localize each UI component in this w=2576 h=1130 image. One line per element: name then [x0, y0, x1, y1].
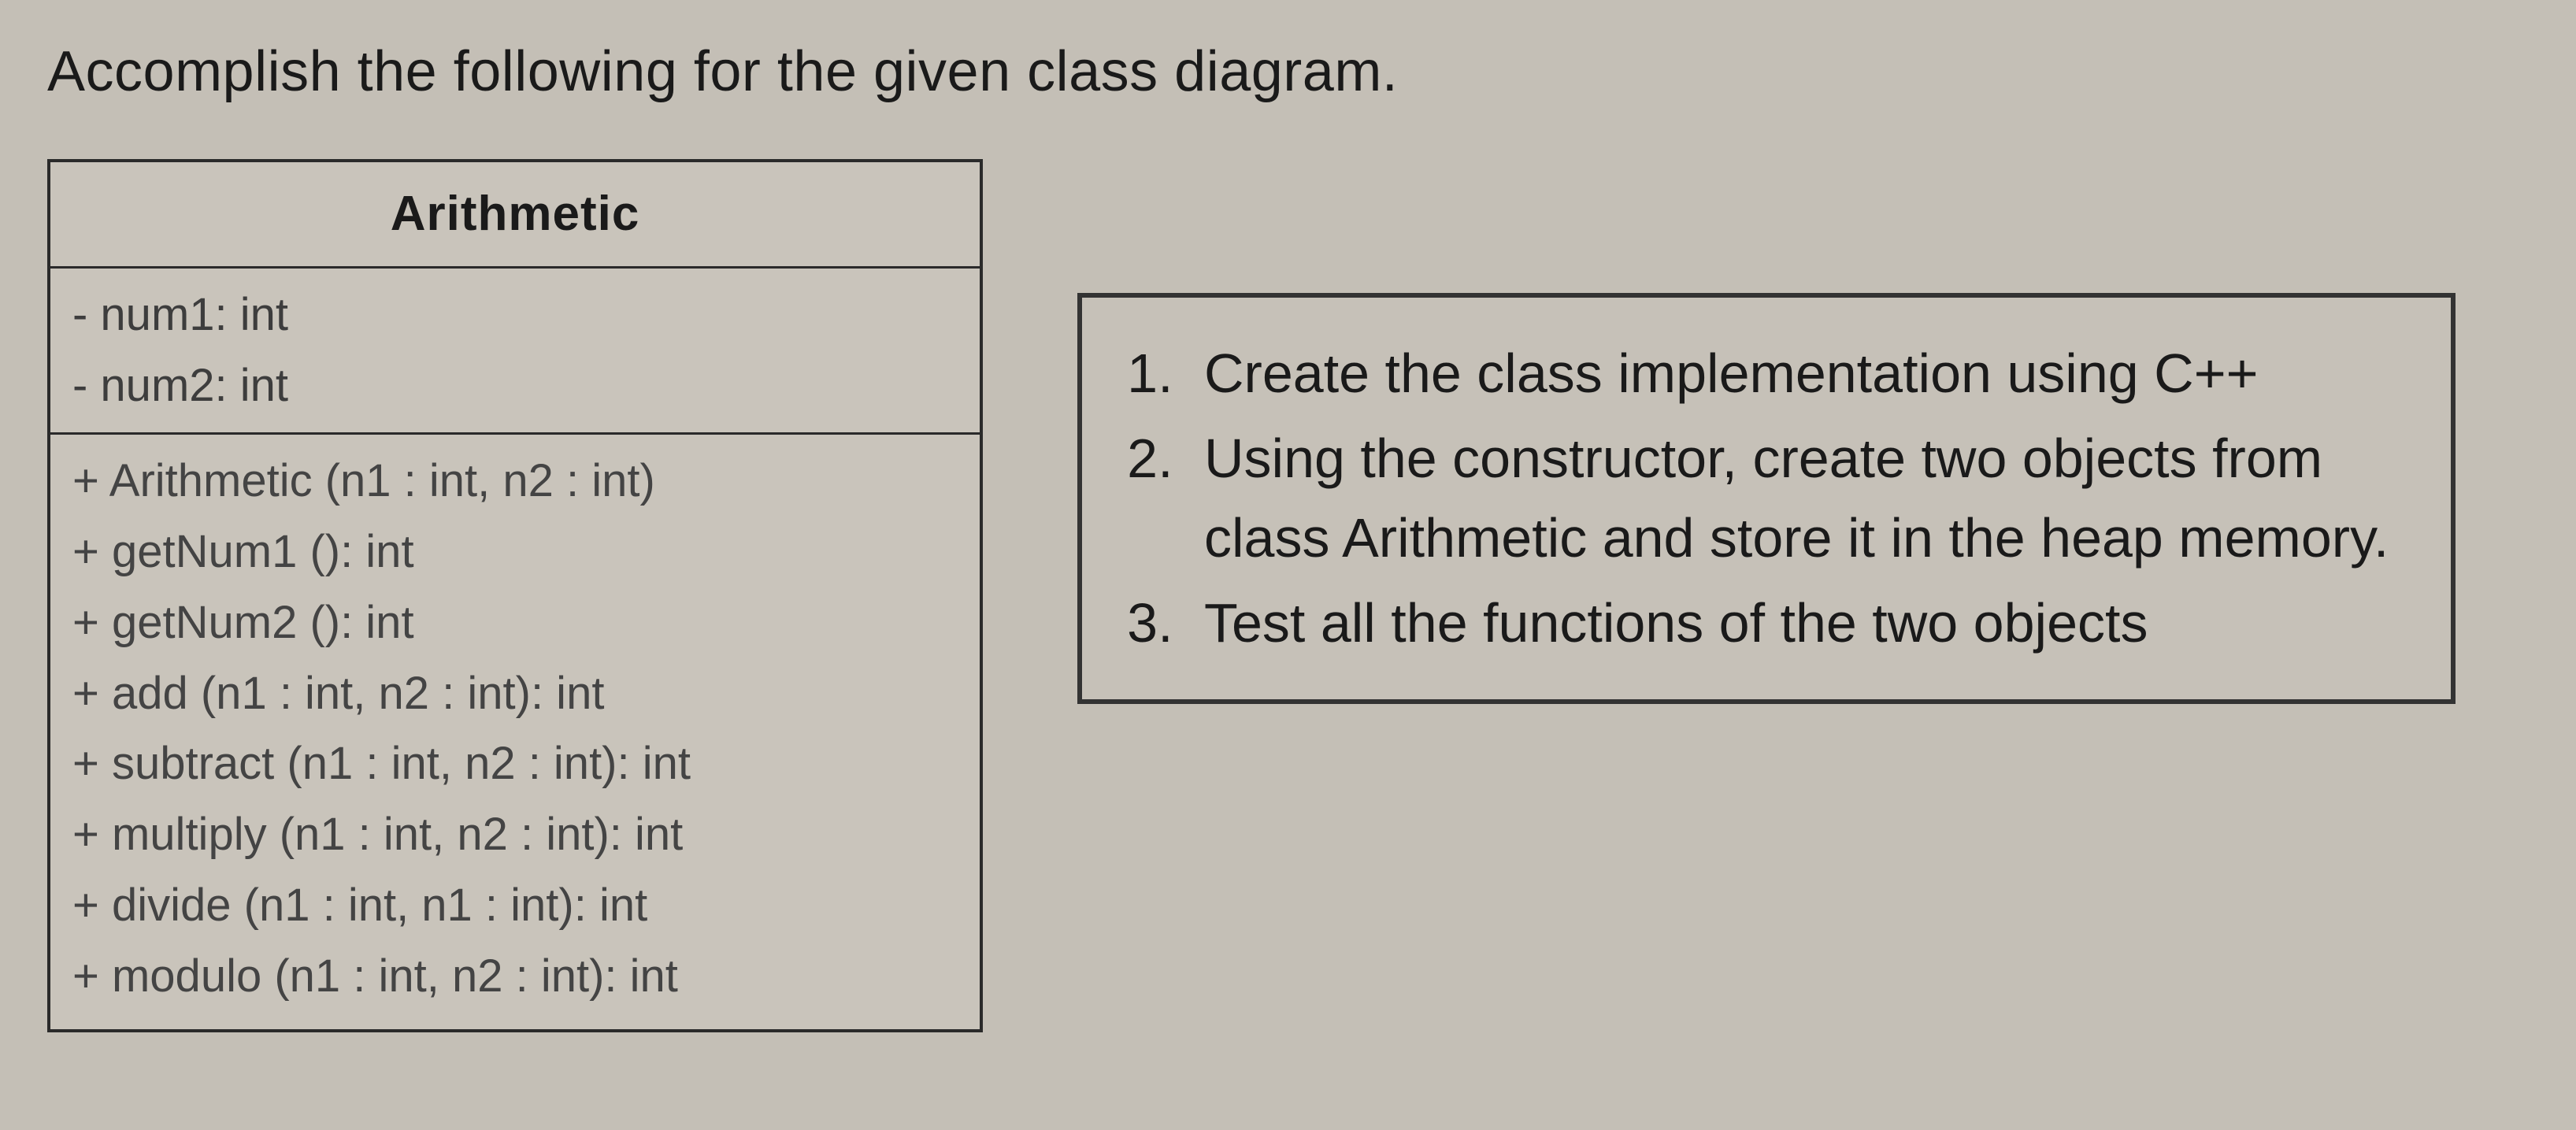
uml-attribute: - num1: int [72, 280, 958, 350]
instruction-text: Accomplish the following for the given c… [47, 39, 2529, 104]
uml-operation: + add (n1 : int, n2 : int): int [72, 658, 958, 729]
uml-attributes-compartment: - num1: int - num2: int [50, 269, 980, 435]
task-box: Create the class implementation using C+… [1077, 293, 2456, 704]
uml-operation: + getNum1 (): int [72, 517, 958, 587]
uml-operation: + Arithmetic (n1 : int, n2 : int) [72, 446, 958, 517]
uml-operation: + subtract (n1 : int, n2 : int): int [72, 728, 958, 799]
content-row: Arithmetic - num1: int - num2: int + Ari… [47, 159, 2529, 1032]
task-item: Using the constructor, create two object… [1188, 419, 2407, 579]
uml-class-name: Arithmetic [50, 162, 980, 269]
uml-operation: + divide (n1 : int, n1 : int): int [72, 870, 958, 941]
uml-operation: + multiply (n1 : int, n2 : int): int [72, 799, 958, 870]
task-item: Test all the functions of the two object… [1188, 584, 2407, 664]
uml-operation: + getNum2 (): int [72, 587, 958, 658]
uml-operations-compartment: + Arithmetic (n1 : int, n2 : int) + getN… [50, 435, 980, 1029]
task-item: Create the class implementation using C+… [1188, 334, 2407, 414]
page: Accomplish the following for the given c… [0, 0, 2576, 1130]
task-list: Create the class implementation using C+… [1125, 334, 2407, 663]
uml-operation: + modulo (n1 : int, n2 : int): int [72, 941, 958, 1012]
uml-class-diagram: Arithmetic - num1: int - num2: int + Ari… [47, 159, 983, 1032]
uml-attribute: - num2: int [72, 350, 958, 421]
